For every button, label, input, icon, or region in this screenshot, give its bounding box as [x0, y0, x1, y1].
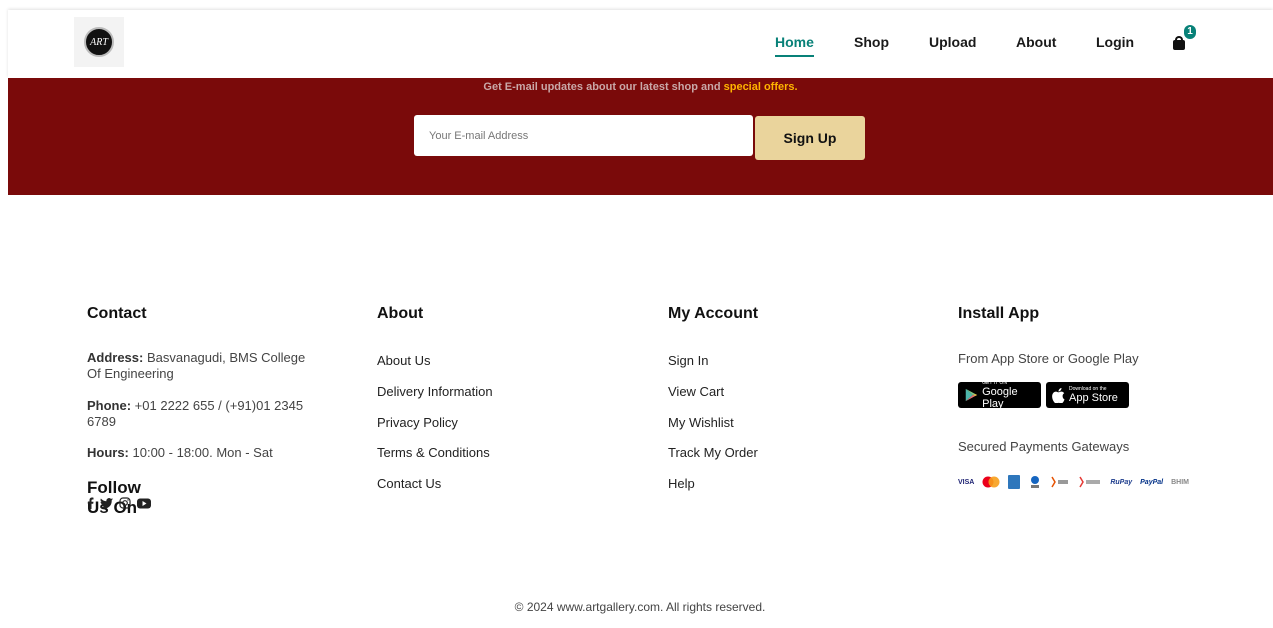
logo[interactable]: ART	[74, 17, 124, 67]
sign-up-button[interactable]: Sign Up	[755, 116, 865, 160]
newsletter-text: Get E-mail updates about our latest shop…	[8, 81, 1273, 93]
terms-link[interactable]: Terms & Conditions	[377, 445, 490, 460]
view-cart-link[interactable]: View Cart	[668, 384, 724, 399]
nav-about[interactable]: About	[1016, 34, 1056, 50]
contact-us-link[interactable]: Contact Us	[377, 476, 441, 491]
wishlist-link[interactable]: My Wishlist	[668, 415, 734, 430]
footer-account: My Account Sign In View Cart My Wishlist…	[668, 305, 868, 505]
copyright-text: © 2024 www.artgallery.com. All rights re…	[514, 600, 766, 614]
upi-icon	[1050, 475, 1070, 489]
payments-heading: Secured Payments Gateways	[958, 439, 1130, 454]
track-order-link[interactable]: Track My Order	[668, 445, 758, 460]
paypal-icon: PayPal	[1140, 478, 1164, 486]
address-text: Address: Basvanagudi, BMS College Of Eng…	[87, 350, 322, 382]
youtube-icon[interactable]	[137, 497, 151, 509]
bank-icon	[1028, 475, 1042, 489]
cart-count-badge: 1	[1184, 25, 1196, 39]
bhim-icon: BHIM	[1171, 478, 1189, 486]
upi-icon-2	[1078, 475, 1102, 489]
address-label: Address:	[87, 350, 144, 365]
logo-mark: ART	[84, 27, 114, 57]
site-header: ART Home Shop Upload About Login 1	[8, 10, 1273, 78]
nav-upload[interactable]: Upload	[929, 34, 976, 50]
newsletter-highlight: special offers.	[723, 81, 798, 93]
payment-logos: VISA RuPay PayPal BHIM	[958, 475, 1189, 489]
contact-heading: Contact	[87, 305, 147, 322]
about-us-link[interactable]: About Us	[377, 353, 430, 368]
hours-value: 10:00 - 18:00. Mon - Sat	[128, 445, 273, 460]
footer-about: About About Us Delivery Information Priv…	[377, 305, 577, 505]
account-heading: My Account	[668, 305, 759, 322]
app-store-button[interactable]: Download on the App Store	[1046, 382, 1129, 408]
newsletter-section: Get E-mail updates about our latest shop…	[8, 78, 1273, 195]
hours-label: Hours:	[87, 445, 129, 460]
google-play-icon	[965, 388, 978, 402]
footer-contact: Contact Address: Basvanagudi, BMS Colleg…	[87, 305, 305, 517]
nav-login[interactable]: Login	[1096, 34, 1134, 50]
apple-icon	[1052, 387, 1065, 403]
hours-text: Hours: 10:00 - 18:00. Mon - Sat	[87, 445, 322, 461]
email-input[interactable]	[414, 115, 753, 156]
help-link[interactable]: Help	[668, 476, 695, 491]
instagram-icon[interactable]	[119, 497, 131, 509]
amex-icon	[1008, 475, 1021, 489]
app-store-big: App Store	[1069, 392, 1118, 404]
privacy-policy-link[interactable]: Privacy Policy	[377, 415, 458, 430]
google-play-big: Google Play	[982, 386, 1018, 410]
delivery-info-link[interactable]: Delivery Information	[377, 384, 493, 399]
sign-in-link[interactable]: Sign In	[668, 353, 708, 368]
nav-home[interactable]: Home	[775, 34, 814, 57]
app-subtitle: From App Store or Google Play	[958, 351, 1139, 366]
about-heading: About	[377, 305, 424, 322]
phone-text: Phone: +01 2222 655 / (+91)01 2345 6789	[87, 398, 322, 430]
newsletter-text-main: Get E-mail updates about our latest shop…	[483, 81, 721, 93]
mastercard-icon	[982, 475, 1000, 489]
twitter-icon[interactable]	[100, 497, 113, 509]
shopping-bag-icon[interactable]	[1172, 36, 1186, 50]
google-play-button[interactable]: GET IT ON Google Play	[958, 380, 1041, 410]
visa-icon: VISA	[958, 478, 975, 486]
facebook-icon[interactable]	[87, 497, 94, 509]
social-icons	[87, 497, 151, 509]
rupay-icon: RuPay	[1110, 478, 1133, 486]
phone-label: Phone:	[87, 398, 132, 413]
footer-app: Install App From App Store or Google Pla…	[958, 305, 1218, 505]
app-heading: Install App	[958, 305, 1040, 322]
nav-shop[interactable]: Shop	[854, 34, 889, 50]
